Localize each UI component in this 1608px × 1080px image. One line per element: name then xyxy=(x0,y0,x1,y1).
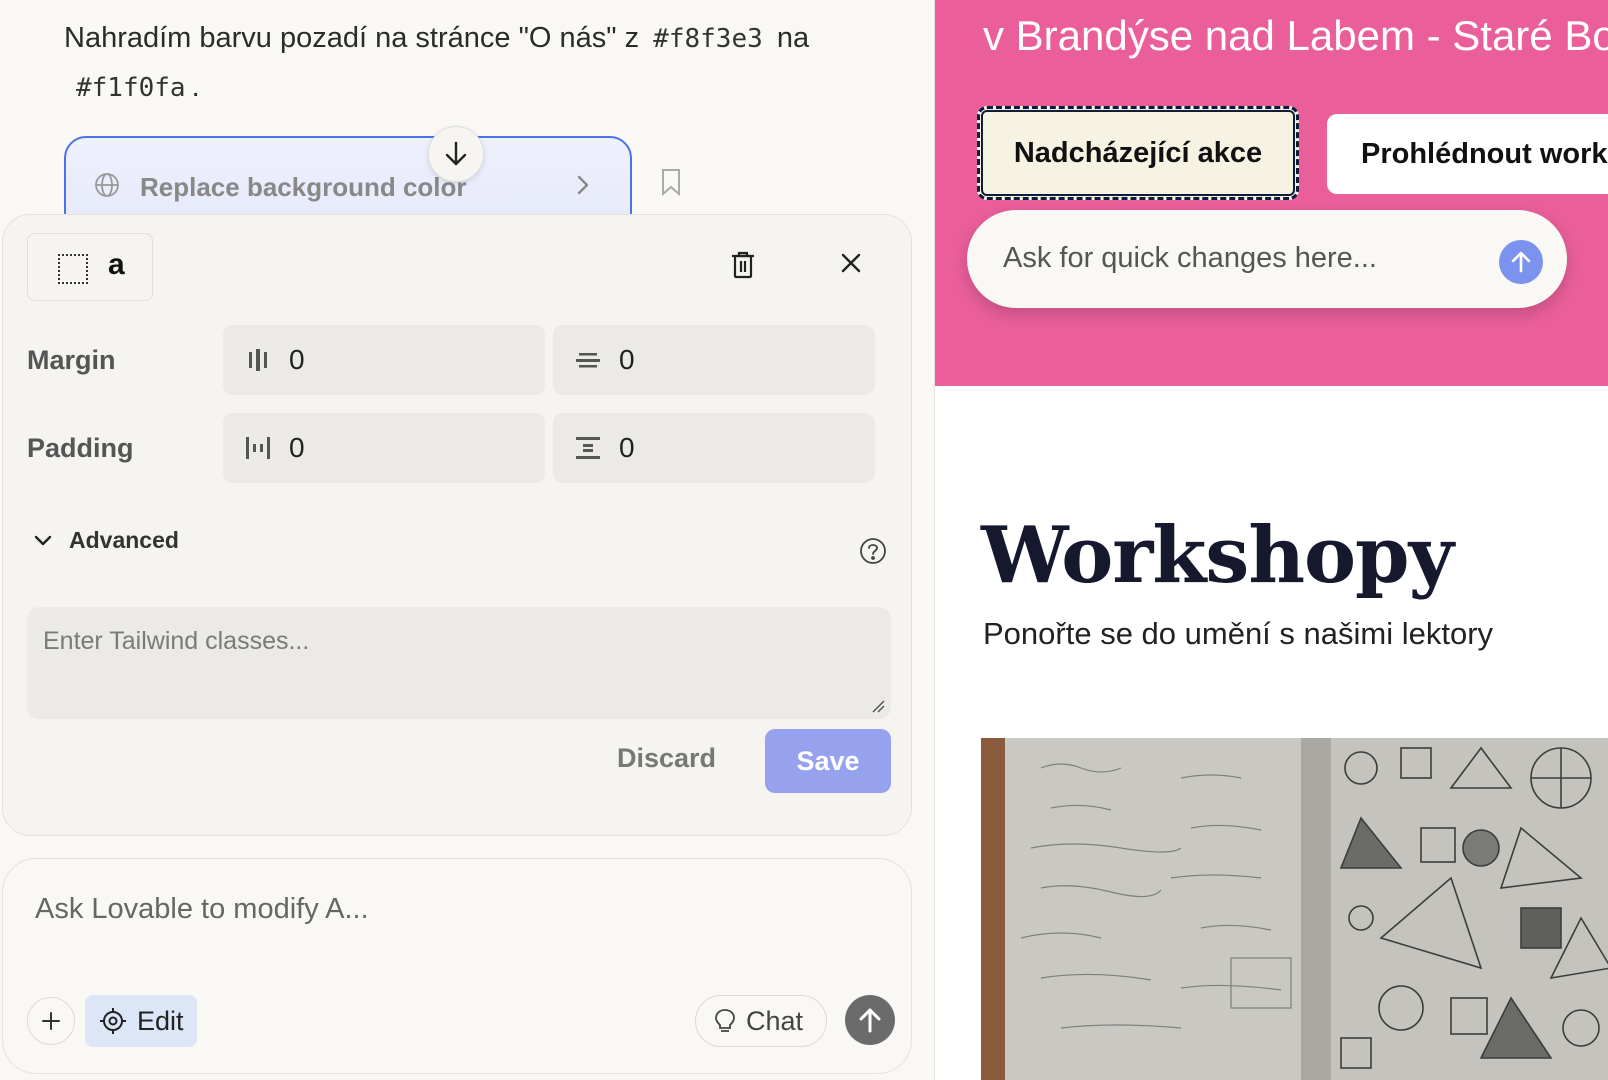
plus-icon xyxy=(42,1012,60,1030)
workshop-sketchbook-image xyxy=(981,738,1608,1080)
section-title: Workshopy xyxy=(981,510,1454,601)
composer-placeholder[interactable]: Ask Lovable to modify A... xyxy=(35,893,369,926)
element-edit-panel: a Margin 0 0 Padding 0 0 Advanced Enter … xyxy=(2,214,912,836)
action-card-label: Replace background color xyxy=(140,172,467,202)
save-button[interactable]: Save xyxy=(765,729,891,793)
browse-workshops-button[interactable]: Prohlédnout workshopy xyxy=(1327,114,1608,194)
tailwind-classes-input[interactable] xyxy=(27,607,891,719)
margin-y-field[interactable]: 0 xyxy=(553,325,875,395)
message-connector: na xyxy=(776,22,810,54)
chat-panel: Nahradím barvu pozadí na stránce "O nás"… xyxy=(0,0,932,1080)
scroll-to-bottom-button[interactable] xyxy=(428,126,484,182)
chevron-right-icon xyxy=(577,175,589,195)
trash-icon[interactable] xyxy=(731,251,755,279)
globe-icon xyxy=(95,173,119,197)
sketchbook-illustration xyxy=(981,738,1608,1080)
edit-mode-button[interactable]: Edit xyxy=(85,995,197,1047)
arrow-down-icon xyxy=(445,141,467,166)
quick-changes-placeholder[interactable]: Ask for quick changes here... xyxy=(1003,242,1377,275)
chevron-down-icon xyxy=(34,535,52,545)
upcoming-events-button[interactable]: Nadcházející akce xyxy=(977,106,1299,200)
margin-x-value: 0 xyxy=(289,344,305,375)
help-icon[interactable] xyxy=(859,537,887,565)
send-button[interactable] xyxy=(845,995,895,1045)
quick-changes-input[interactable]: Ask for quick changes here... xyxy=(967,210,1567,308)
hero-section: v Brandýse nad Labem - Staré Boleslavi N… xyxy=(935,0,1608,386)
margin-y-value: 0 xyxy=(619,344,635,375)
assistant-message: Nahradím barvu pozadí na stránce "O nás"… xyxy=(64,14,904,112)
message-period: . xyxy=(191,71,200,103)
close-icon[interactable] xyxy=(839,251,863,275)
padding-horizontal-icon xyxy=(246,437,270,459)
margin-vertical-icon xyxy=(576,353,600,368)
edit-label: Edit xyxy=(137,1005,184,1036)
quick-send-button[interactable] xyxy=(1499,240,1543,284)
element-tag: a xyxy=(108,248,125,281)
padding-x-field[interactable]: 0 xyxy=(223,413,545,483)
section-subtitle: Ponořte se do umění s našimi lektory xyxy=(983,616,1494,651)
chat-label: Chat xyxy=(746,1005,804,1036)
resize-handle-icon[interactable] xyxy=(871,699,885,713)
arrow-up-icon xyxy=(859,1008,881,1033)
hero-title: v Brandýse nad Labem - Staré Boleslavi xyxy=(983,12,1608,59)
discard-button[interactable]: Discard xyxy=(617,743,716,774)
advanced-label: Advanced xyxy=(69,527,179,553)
padding-vertical-icon xyxy=(576,437,600,459)
padding-label: Padding xyxy=(27,433,134,463)
lightbulb-icon xyxy=(715,1009,735,1032)
padding-y-field[interactable]: 0 xyxy=(553,413,875,483)
chat-composer[interactable]: Ask Lovable to modify A... Edit Chat xyxy=(2,858,912,1074)
arrow-up-icon xyxy=(1511,251,1531,273)
padding-x-value: 0 xyxy=(289,432,305,463)
message-text: Nahradím barvu pozadí na stránce "O nás"… xyxy=(64,22,640,54)
padding-y-value: 0 xyxy=(619,432,635,463)
target-icon xyxy=(100,1008,126,1034)
site-preview: v Brandýse nad Labem - Staré Boleslavi N… xyxy=(934,0,1608,1080)
margin-x-field[interactable]: 0 xyxy=(223,325,545,395)
color-to-code: #f1f0fa xyxy=(76,73,186,103)
margin-horizontal-icon xyxy=(249,349,267,371)
bookmark-icon[interactable] xyxy=(660,168,682,196)
color-from-code: #f8f3e3 xyxy=(653,24,763,54)
advanced-toggle[interactable]: Advanced xyxy=(33,527,179,554)
add-attachment-button[interactable] xyxy=(27,997,75,1045)
selected-element-chip: a xyxy=(27,233,153,301)
chat-mode-button[interactable]: Chat xyxy=(695,995,827,1047)
selection-icon xyxy=(58,254,88,284)
margin-label: Margin xyxy=(27,345,116,375)
